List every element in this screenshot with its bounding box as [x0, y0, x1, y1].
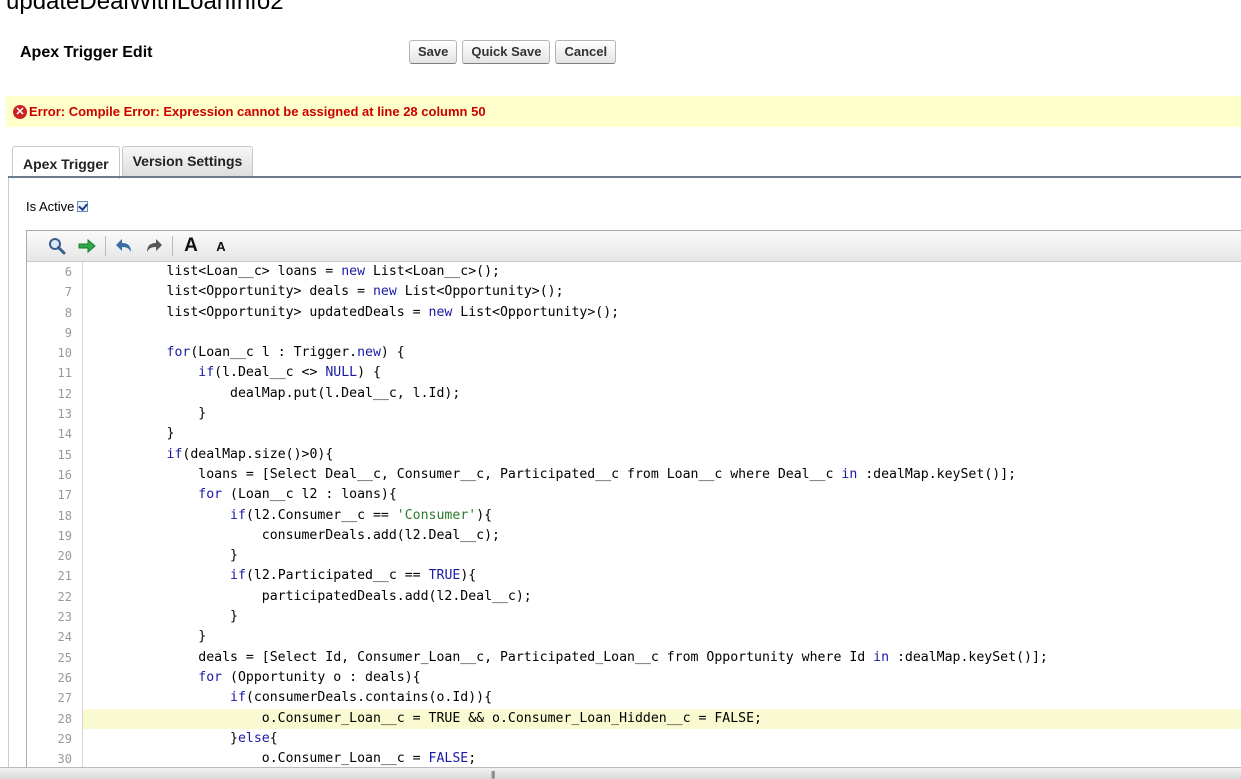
- line-number: 19: [57, 528, 72, 543]
- line-number: 27: [57, 691, 72, 706]
- search-icon[interactable]: [45, 234, 69, 258]
- line-number: 24: [57, 630, 72, 645]
- code-lines[interactable]: list<Loan__c> loans = new List<Loan__c>(…: [83, 262, 1241, 769]
- line-number: 28: [57, 711, 72, 726]
- font-smaller-icon[interactable]: A: [209, 234, 233, 258]
- redo-icon[interactable]: [142, 234, 166, 258]
- undo-icon[interactable]: [112, 234, 136, 258]
- code-line[interactable]: list<Opportunity> updatedDeals = new Lis…: [83, 303, 1241, 323]
- editor-toolbar: A A: [27, 231, 1241, 262]
- tab-version-settings[interactable]: Version Settings: [121, 146, 254, 176]
- code-line[interactable]: list<Opportunity> deals = new List<Oppor…: [83, 282, 1241, 302]
- cancel-button[interactable]: Cancel: [555, 40, 617, 64]
- code-line[interactable]: participatedDeals.add(l2.Deal__c);: [83, 587, 1241, 607]
- line-number-gutter: 6 7 8 9 10 11 12 13 14 15 16 17 18 19 20 21 22 23 24 25 26 27…: [27, 262, 83, 770]
- code-line[interactable]: consumerDeals.add(l2.Deal__c);: [83, 526, 1241, 546]
- tab-bar: Apex Trigger Version Settings: [12, 146, 255, 179]
- page-heading: updateDealWithLoanInfo2: [6, 0, 284, 15]
- line-number: 21: [57, 569, 72, 584]
- code-line[interactable]: dealMap.put(l.Deal__c, l.Id);: [83, 384, 1241, 404]
- code-line[interactable]: deals = [Select Id, Consumer_Loan__c, Pa…: [83, 648, 1241, 668]
- code-line[interactable]: for (Opportunity o : deals){: [83, 668, 1241, 688]
- code-line[interactable]: if(dealMap.size()>0){: [83, 445, 1241, 465]
- code-line[interactable]: }: [83, 607, 1241, 627]
- line-number: 26: [57, 670, 72, 685]
- is-active-checkbox[interactable]: [77, 201, 89, 212]
- line-number: 10: [57, 346, 72, 361]
- line-number: 17: [57, 488, 72, 503]
- quick-save-button[interactable]: Quick Save: [462, 40, 551, 64]
- code-line[interactable]: }else{: [83, 729, 1241, 749]
- line-number: 15: [57, 447, 72, 462]
- horizontal-resize-bar[interactable]: |||: [0, 767, 1241, 779]
- code-line-highlighted[interactable]: o.Consumer_Loan__c = TRUE && o.Consumer_…: [83, 708, 1241, 729]
- code-line[interactable]: if(consumerDeals.contains(o.Id)){: [83, 688, 1241, 708]
- line-number: 6: [64, 265, 72, 279]
- code-line[interactable]: if(l.Deal__c <> NULL) {: [83, 363, 1241, 383]
- button-row: Save Quick Save Cancel: [409, 40, 617, 64]
- code-line[interactable]: }: [83, 627, 1241, 647]
- line-number: 25: [57, 650, 72, 665]
- code-line[interactable]: }: [83, 424, 1241, 444]
- line-number: 7: [64, 285, 72, 300]
- line-number: 16: [57, 467, 72, 482]
- section-title: Apex Trigger Edit: [20, 44, 153, 61]
- code-editor[interactable]: A A 6 7 8 9 10 11 12 13 14 15 16 17 18 19 20 21 22 23 24 25…: [26, 230, 1241, 778]
- tab-divider: [8, 176, 1241, 178]
- line-number: 8: [64, 305, 72, 320]
- line-number: 9: [64, 325, 72, 340]
- line-number: 29: [57, 731, 72, 746]
- panel-left-border: [8, 178, 9, 778]
- error-message: Error: Compile Error: Expression cannot …: [29, 104, 486, 119]
- is-active-field: Is Active: [26, 199, 89, 214]
- line-number: 20: [57, 549, 72, 564]
- code-line[interactable]: [83, 323, 1241, 343]
- code-line[interactable]: loans = [Select Deal__c, Consumer__c, Pa…: [83, 465, 1241, 485]
- toolbar-separator: [105, 236, 106, 256]
- error-message-bar: ✕ Error: Compile Error: Expression canno…: [6, 96, 1241, 127]
- line-number: 22: [57, 589, 72, 604]
- code-line[interactable]: for(Loan__c l : Trigger.new) {: [83, 343, 1241, 363]
- line-number: 14: [57, 427, 72, 442]
- toolbar-separator: [172, 236, 173, 256]
- code-line[interactable]: list<Loan__c> loans = new List<Loan__c>(…: [83, 262, 1241, 282]
- error-icon: ✕: [13, 104, 27, 119]
- code-line[interactable]: }: [83, 404, 1241, 424]
- code-line[interactable]: }: [83, 546, 1241, 566]
- is-active-label: Is Active: [26, 199, 75, 214]
- line-number: 11: [57, 366, 72, 381]
- save-button[interactable]: Save: [409, 40, 458, 64]
- line-number: 13: [57, 407, 72, 422]
- line-number: 18: [57, 508, 72, 523]
- line-number: 12: [57, 386, 72, 401]
- code-line[interactable]: if(l2.Consumer__c == 'Consumer'){: [83, 506, 1241, 526]
- code-line[interactable]: if(l2.Participated__c == TRUE){: [83, 566, 1241, 586]
- code-line[interactable]: for (Loan__c l2 : loans){: [83, 485, 1241, 505]
- line-number: 23: [57, 610, 72, 625]
- tab-apex-trigger[interactable]: Apex Trigger: [12, 146, 120, 179]
- font-larger-icon[interactable]: A: [179, 234, 203, 258]
- go-to-line-icon[interactable]: [75, 234, 99, 258]
